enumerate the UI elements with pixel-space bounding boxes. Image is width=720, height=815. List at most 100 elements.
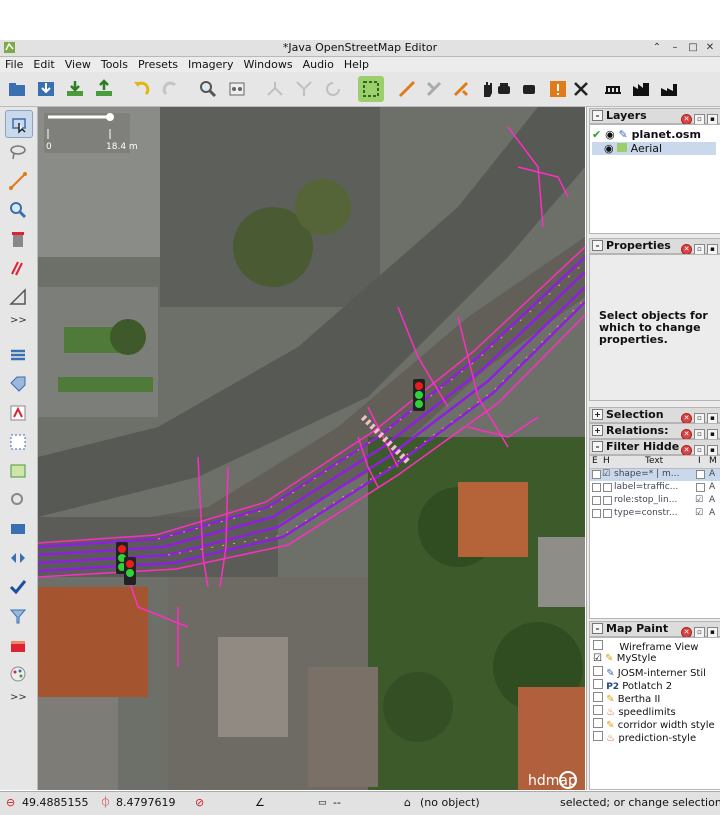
filter-enable-checkbox[interactable] (592, 470, 601, 479)
car-icon[interactable] (491, 76, 517, 102)
selection-dialog-header[interactable]: + Selection ✕ ▫ ▪ (589, 407, 720, 424)
collapse-toggle-icon[interactable]: – (592, 240, 603, 251)
style-checkbox[interactable] (593, 731, 603, 741)
filter-toggle-icon[interactable] (5, 603, 31, 629)
style-checkbox[interactable] (593, 640, 603, 650)
search-toggle-icon[interactable] (5, 487, 31, 513)
delete-tool-icon[interactable] (5, 226, 31, 252)
more-tools-icon[interactable]: >> (10, 315, 27, 326)
layer-item-aerial[interactable]: ◉ Aerial (592, 142, 716, 155)
draw-icon[interactable] (394, 76, 420, 102)
filter-enable-checkbox[interactable] (592, 496, 601, 505)
style-item-josm[interactable]: ✎ JOSM-interner Stil (593, 666, 706, 679)
relation-toggle-icon[interactable] (5, 400, 31, 426)
filter-row[interactable]: ☑ shape=* | m... A (590, 469, 720, 481)
layer-item-planet[interactable]: ✔ ◉ ✎ planet.osm (592, 128, 716, 141)
history-toggle-icon[interactable] (5, 516, 31, 542)
style-item-prediction[interactable]: ♨ prediction-style (593, 731, 696, 744)
menu-file[interactable]: File (5, 57, 23, 72)
image-toggle-icon[interactable] (5, 458, 31, 484)
properties-dialog-header[interactable]: – Properties ✕ ▫ ▪ (589, 238, 720, 255)
split-icon[interactable] (262, 76, 288, 102)
paint-toggle-icon[interactable] (5, 661, 31, 687)
filter-col-i[interactable]: I (698, 456, 701, 466)
zoom-icon[interactable] (195, 76, 221, 102)
lasso-tool-icon[interactable] (5, 139, 31, 165)
visibility-eye-icon[interactable]: ◉ (605, 128, 615, 141)
filter-enable-checkbox[interactable] (592, 483, 601, 492)
tag-toggle-icon[interactable] (5, 371, 31, 397)
filter-invert-checkbox[interactable] (696, 470, 705, 479)
menu-view[interactable]: View (65, 57, 91, 72)
relations-dialog-header[interactable]: + Relations: ✕ ▫ ▪ (589, 423, 720, 440)
collapse-toggle-icon[interactable]: + (592, 425, 603, 436)
filter-col-h[interactable]: H (603, 456, 610, 466)
tools-icon[interactable] (421, 76, 447, 102)
style-checkbox[interactable]: ☑ (593, 653, 602, 664)
download-icon[interactable] (62, 76, 88, 102)
filter-dialog-header[interactable]: – Filter Hidde ✕ ▫ ▪ (589, 439, 720, 456)
cross-icon[interactable] (568, 76, 594, 102)
layers-toggle-icon[interactable] (5, 342, 31, 368)
style-checkbox[interactable] (593, 705, 603, 715)
filter-col-e[interactable]: E (592, 456, 598, 466)
zoom-tool-icon[interactable] (5, 197, 31, 223)
menu-audio[interactable]: Audio (303, 57, 334, 72)
menu-tools[interactable]: Tools (101, 57, 128, 72)
visibility-eye-icon[interactable]: ◉ (604, 142, 614, 155)
preferences-icon[interactable] (224, 76, 250, 102)
filter-invert-checkbox[interactable]: ☑ (695, 508, 703, 518)
style-checkbox[interactable] (593, 666, 603, 676)
tools2-icon[interactable] (448, 76, 474, 102)
filter-row[interactable]: label=traffic... A (590, 482, 720, 494)
menu-imagery[interactable]: Imagery (188, 57, 233, 72)
window-close-icon[interactable]: ✕ (703, 41, 717, 54)
filter-hide-checkbox[interactable]: ☑ (602, 469, 610, 479)
factory-icon[interactable] (656, 76, 682, 102)
open-icon[interactable] (4, 76, 30, 102)
select-area-icon[interactable] (358, 76, 384, 102)
filter-hide-checkbox[interactable] (603, 509, 612, 518)
mappaint-dialog-header[interactable]: – Map Paint ✕ ▫ ▪ (589, 621, 720, 638)
conflict-toggle-icon[interactable] (5, 545, 31, 571)
style-item-mystyle[interactable]: ☑ ✎ MyStyle (593, 653, 656, 664)
window-restore-icon[interactable]: □ (686, 41, 700, 54)
filter-hide-checkbox[interactable] (603, 496, 612, 505)
filter-enable-checkbox[interactable] (592, 509, 601, 518)
save-icon[interactable] (33, 76, 59, 102)
filter-invert-checkbox[interactable] (696, 483, 705, 492)
menu-presets[interactable]: Presets (138, 57, 178, 72)
selection-toggle-icon[interactable] (5, 429, 31, 455)
menu-windows[interactable]: Windows (243, 57, 292, 72)
menu-help[interactable]: Help (344, 57, 369, 72)
select-tool-icon[interactable] (5, 110, 33, 138)
traffic-light-icon[interactable] (413, 379, 425, 411)
traffic-light-icon[interactable] (124, 557, 136, 585)
style-item-potlatch[interactable]: P2 Potlatch 2 (593, 679, 672, 692)
gift-toggle-icon[interactable] (5, 632, 31, 658)
redo-icon[interactable] (158, 76, 184, 102)
bridge-icon[interactable] (600, 76, 626, 102)
filter-row[interactable]: type=constr... ☑ A (590, 508, 720, 520)
collapse-toggle-icon[interactable]: – (592, 623, 603, 634)
window-maximize-up-icon[interactable]: ⌃ (650, 41, 664, 54)
style-item-bertha[interactable]: ✎ Bertha II (593, 692, 660, 705)
building-icon[interactable] (628, 76, 654, 102)
filter-col-text[interactable]: Text (645, 456, 663, 466)
merge-icon[interactable] (291, 76, 317, 102)
style-item-wireframe[interactable]: Wireframe View (593, 640, 698, 653)
map-view[interactable]: 0 18.4 m hdmap (38, 107, 585, 790)
filter-hide-checkbox[interactable] (603, 483, 612, 492)
undo-icon[interactable] (128, 76, 154, 102)
validation-toggle-icon[interactable] (5, 574, 31, 600)
more-toggles-icon[interactable]: >> (10, 692, 27, 703)
parallel-tool-icon[interactable] (5, 255, 31, 281)
filter-col-m[interactable]: M (709, 456, 717, 466)
style-checkbox[interactable] (593, 718, 603, 728)
filter-invert-checkbox[interactable]: ☑ (695, 495, 703, 505)
refresh-icon[interactable] (320, 76, 346, 102)
filter-row[interactable]: role:stop_lin... ☑ A (590, 495, 720, 507)
map-canvas[interactable]: 0 18.4 m hdmap (38, 107, 585, 790)
menu-edit[interactable]: Edit (33, 57, 54, 72)
style-checkbox[interactable] (593, 692, 603, 702)
